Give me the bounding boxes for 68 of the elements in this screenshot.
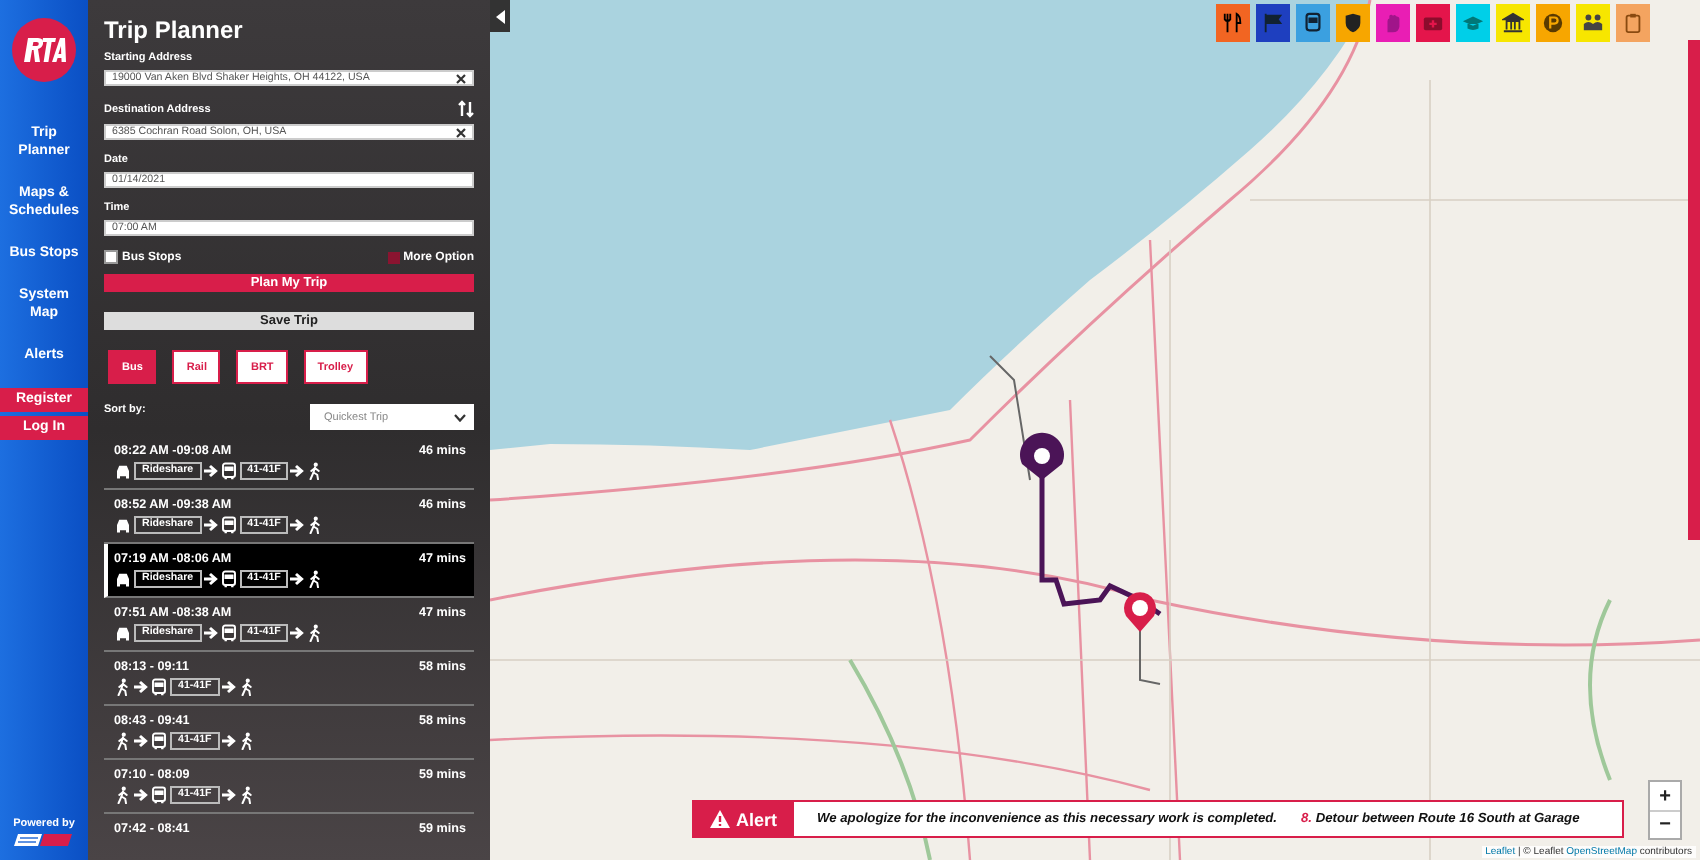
chevron-down-icon: [454, 413, 466, 421]
bus-icon: [219, 516, 238, 534]
arrow-right-icon: [203, 572, 218, 586]
arrow-right-icon: [290, 626, 305, 640]
clear-icon: [456, 127, 466, 137]
category-filter-button[interactable]: [1536, 4, 1570, 42]
category-filter-button[interactable]: [1296, 4, 1330, 42]
walking-person-icon: [306, 624, 325, 642]
walking-person-icon: [237, 678, 256, 696]
graduation-cap-icon: [1462, 12, 1484, 34]
walking-person-icon: [306, 516, 325, 534]
bank-icon: [1502, 12, 1524, 34]
category-filter-button[interactable]: [1216, 4, 1250, 42]
clipboard-icon: [1622, 12, 1644, 34]
map-pin-icon[interactable]: [1124, 592, 1156, 632]
arrow-right-icon: [290, 572, 305, 586]
parking-icon: [1542, 12, 1564, 34]
route-line: [989, 355, 1031, 481]
category-filter-button[interactable]: [1576, 4, 1610, 42]
caret-left-icon: [495, 9, 505, 23]
shield-icon: [1342, 12, 1364, 34]
route-line: [1039, 476, 1162, 617]
walking-person-icon: [237, 732, 256, 750]
flag-icon: [1262, 12, 1284, 34]
car-icon: [114, 570, 132, 588]
category-filter-button[interactable]: [1336, 4, 1370, 42]
arrow-right-icon: [134, 788, 148, 802]
bus-icon: [150, 678, 168, 696]
partner-logo-icon: [14, 832, 74, 848]
route-line: [1139, 629, 1161, 685]
walking-person-icon: [306, 462, 325, 480]
swap-arrows-icon: [458, 100, 474, 118]
category-filter-button[interactable]: [1496, 4, 1530, 42]
arrow-right-icon: [134, 680, 148, 694]
bus-icon: [1302, 12, 1324, 34]
alert-label: Alert: [694, 802, 794, 836]
collapse-panel-button[interactable]: [490, 0, 510, 32]
arrow-right-icon: [203, 464, 218, 478]
bus-icon: [219, 624, 238, 642]
walking-person-icon: [306, 570, 325, 588]
walking-person-icon: [114, 678, 132, 696]
walking-person-icon: [114, 732, 132, 750]
bus-icon: [150, 786, 168, 804]
walking-person-icon: [237, 786, 256, 804]
arrow-right-icon: [203, 518, 218, 532]
medical-kit-icon: [1422, 12, 1444, 34]
bus-icon: [219, 570, 238, 588]
arrow-right-icon: [290, 518, 305, 532]
car-icon: [114, 462, 132, 480]
arrow-right-icon: [134, 734, 148, 748]
car-icon: [114, 516, 132, 534]
panel-title: Trip Planner: [104, 14, 245, 48]
arrow-right-icon: [221, 788, 236, 802]
arrow-right-icon: [221, 680, 236, 694]
bus-icon: [150, 732, 168, 750]
people-icon: [1582, 12, 1604, 34]
warning-icon: [710, 810, 730, 828]
fork-knife-icon: [1222, 12, 1244, 34]
walking-person-icon: [114, 786, 132, 804]
arrow-right-icon: [221, 734, 236, 748]
car-icon: [114, 624, 132, 642]
map-pin-icon[interactable]: [1020, 432, 1064, 480]
bus-icon: [219, 462, 238, 480]
arrow-right-icon: [290, 464, 305, 478]
clear-icon: [456, 73, 466, 83]
checkbox[interactable]: [104, 250, 118, 264]
arrow-right-icon: [203, 626, 218, 640]
rta-logo-icon: [10, 16, 78, 84]
